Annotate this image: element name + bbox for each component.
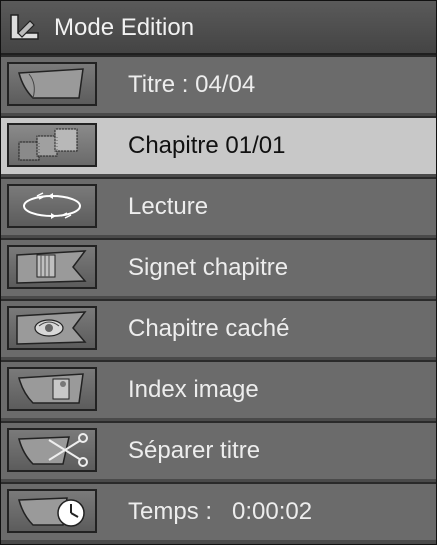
menu-item-label: Lecture (128, 193, 209, 220)
split-title-scissors-icon (18, 433, 88, 467)
menu-item-temps[interactable]: Temps : 0:00:02 (1, 482, 436, 540)
index-image-icon (18, 373, 84, 404)
menu-item-label: Chapitre 01/01 (128, 132, 286, 159)
menu-item-titre[interactable]: Titre : 04/04 (1, 55, 436, 113)
edit-mode-menu: Mode Edition Titre : 04/04 Chapitre 01/0… (0, 0, 437, 545)
time-clock-icon (18, 497, 85, 527)
playback-loop-icon (23, 192, 81, 219)
hidden-chapter-icon (16, 311, 87, 345)
menu-header: Mode Edition (1, 1, 436, 55)
menu-item-label: Titre : 04/04 (128, 71, 256, 98)
menu-item-label: Séparer titre (128, 437, 261, 464)
folder-icon (18, 68, 84, 99)
mode-edit-l-icon (10, 14, 39, 40)
menu-item-separer-titre[interactable]: Séparer titre (1, 421, 436, 479)
chapters-grid-icon (18, 128, 78, 161)
menu-title: Mode Edition (54, 14, 195, 41)
menu-item-index-image[interactable]: Index image (1, 360, 436, 418)
menu-item-lecture[interactable]: Lecture (1, 177, 436, 235)
menu-item-label: Temps : 0:00:02 (128, 498, 313, 525)
menu-item-chapitre[interactable]: Chapitre 01/01 (1, 116, 436, 174)
menu-item-signet-chapitre[interactable]: Signet chapitre (1, 238, 436, 296)
chapter-bookmark-icon (16, 250, 87, 284)
menu-item-label: Chapitre caché (128, 315, 290, 342)
menu-item-chapitre-cache[interactable]: Chapitre caché (1, 299, 436, 357)
menu-item-label: Signet chapitre (128, 254, 289, 281)
menu-item-label: Index image (128, 376, 259, 403)
